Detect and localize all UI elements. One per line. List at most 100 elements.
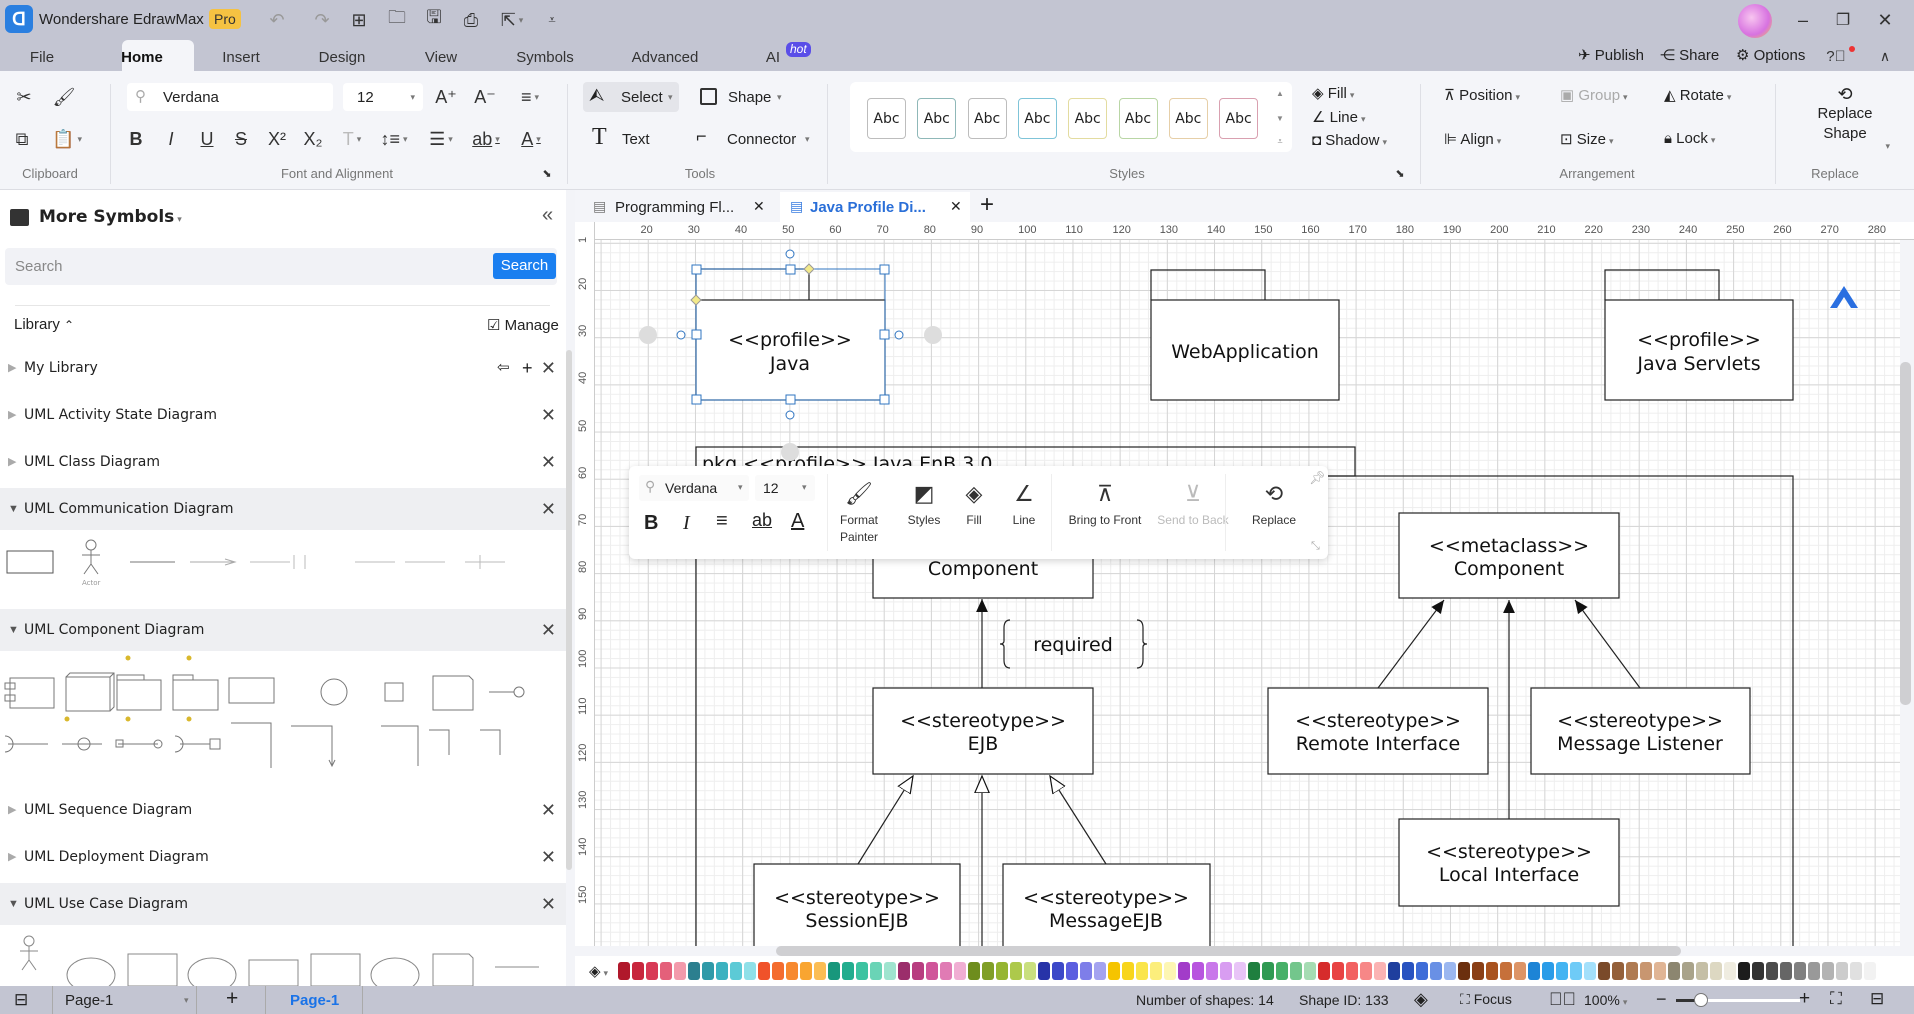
styles-button[interactable]: ◩ Styles [908, 476, 941, 529]
palette-swatch[interactable] [1766, 962, 1778, 980]
palette-swatch[interactable] [1640, 962, 1652, 980]
palette-swatch[interactable] [1514, 962, 1526, 980]
bold-icon[interactable]: B [125, 126, 147, 152]
palette-swatch[interactable] [660, 962, 672, 980]
shadow-button[interactable]: ◘ Shadow ▾ [1312, 132, 1387, 149]
palette-swatch[interactable] [1304, 962, 1316, 980]
palette-swatch[interactable] [996, 962, 1008, 980]
tab-advanced[interactable]: Advanced [632, 44, 699, 71]
drawing-canvas[interactable] [595, 240, 1900, 946]
text-style-icon[interactable]: T ▾ [336, 126, 368, 152]
zoom-select[interactable]: 100% ▾ [1584, 992, 1627, 1008]
palette-swatch[interactable] [1024, 962, 1036, 980]
close-icon[interactable]: ✕ [541, 394, 556, 436]
close-icon[interactable]: ✕ [1874, 8, 1896, 32]
superscript-icon[interactable]: X² [264, 126, 290, 152]
manage-button[interactable]: ☑ Manage [487, 316, 559, 334]
palette-swatch[interactable] [1332, 962, 1344, 980]
palette-swatch[interactable] [912, 962, 924, 980]
palette-swatch[interactable] [968, 962, 980, 980]
decrease-font-icon[interactable]: A⁻ [472, 84, 498, 110]
style-swatch[interactable]: Abc [1017, 98, 1057, 139]
palette-swatch[interactable] [1752, 962, 1764, 980]
palette-swatch[interactable] [1696, 962, 1708, 980]
format-painter-icon[interactable]: 🖌 [52, 84, 76, 110]
font-family-select[interactable]: ⚲ Verdana [127, 83, 333, 111]
fill-button[interactable]: ◈ Fill ▾ [1312, 84, 1354, 102]
palette-swatch[interactable] [1150, 962, 1162, 980]
minimize-icon[interactable]: – [1792, 8, 1814, 32]
style-swatch[interactable]: Abc [1118, 98, 1158, 139]
avatar[interactable] [1738, 4, 1772, 38]
palette-swatch[interactable] [828, 962, 840, 980]
palette-swatch[interactable] [842, 962, 854, 980]
tab-file[interactable]: File [30, 44, 54, 71]
redo-icon[interactable]: ↷ [311, 8, 333, 32]
italic-icon[interactable]: I [683, 512, 690, 535]
palette-swatch[interactable] [870, 962, 882, 980]
palette-swatch[interactable] [1206, 962, 1218, 980]
increase-font-icon[interactable]: A⁺ [433, 84, 459, 110]
tab-ai[interactable]: AI [766, 44, 780, 71]
palette-swatch[interactable] [1010, 962, 1022, 980]
palette-swatch[interactable] [1794, 962, 1806, 980]
palette-swatch[interactable] [786, 962, 798, 980]
highlight-icon[interactable]: ab ▾ [469, 126, 503, 152]
page-select[interactable]: Page-1 ▾ [52, 986, 197, 1014]
export-icon[interactable]: ⇱ ▾ [497, 8, 527, 32]
palette-swatch[interactable] [1108, 962, 1120, 980]
lock-button[interactable]: 🔒︎ Lock ▾ [1664, 130, 1715, 147]
doc-tab-programming[interactable]: ▤ Programming Fl... ✕ [585, 192, 770, 222]
pin-icon[interactable]: 📌︎ [1309, 470, 1326, 486]
select-button[interactable]: ⮙ Select ▾ [583, 82, 679, 112]
zoom-slider-knob[interactable] [1694, 993, 1708, 1007]
style-swatch[interactable]: Abc [967, 98, 1007, 139]
floating-font-select[interactable]: ⚲ Verdana ▾ [639, 475, 749, 501]
palette-swatch[interactable] [1444, 962, 1456, 980]
bring-to-front-button[interactable]: ⊼ Bring to Front [1069, 476, 1142, 529]
palette-swatch[interactable] [1500, 962, 1512, 980]
library-item-sequence[interactable]: ▶ UML Sequence Diagram ✕ [0, 789, 566, 831]
palette-swatch[interactable] [1220, 962, 1232, 980]
palette-swatch[interactable] [1416, 962, 1428, 980]
close-icon[interactable]: ✕ [541, 789, 556, 831]
palette-swatch[interactable] [702, 962, 714, 980]
palette-swatch[interactable] [1052, 962, 1064, 980]
palette-swatch[interactable] [1094, 962, 1106, 980]
strikethrough-icon[interactable]: S [230, 126, 252, 152]
palette-swatch[interactable] [926, 962, 938, 980]
palette-swatch[interactable] [716, 962, 728, 980]
dialog-launcher-icon[interactable]: ⬊ [540, 166, 554, 180]
library-item-communication[interactable]: ▼ UML Communication Diagram ✕ [0, 488, 566, 530]
fill-button[interactable]: ◈ Fill [966, 476, 983, 529]
group-button[interactable]: ▣ Group ▾ [1560, 86, 1628, 104]
use-case-symbols[interactable] [0, 930, 560, 986]
close-tab-icon[interactable]: ✕ [753, 198, 765, 215]
more-icon[interactable]: ⩡ [543, 8, 561, 32]
tab-symbols[interactable]: Symbols [516, 44, 574, 71]
collapse-panel-icon[interactable]: « [542, 204, 553, 227]
add-icon[interactable]: + [522, 347, 533, 389]
send-to-back-button[interactable]: ⊻ Send to Back [1157, 476, 1228, 529]
component-symbols[interactable] [0, 652, 560, 772]
palette-swatch[interactable] [1822, 962, 1834, 980]
palette-swatch[interactable] [730, 962, 742, 980]
palette-swatch[interactable] [898, 962, 910, 980]
palette-swatch[interactable] [1318, 962, 1330, 980]
palette-swatch[interactable] [618, 962, 630, 980]
palette-swatch[interactable] [1570, 962, 1582, 980]
align-icon[interactable]: ≡ [716, 510, 728, 533]
library-item-deployment[interactable]: ▶ UML Deployment Diagram ✕ [0, 836, 566, 878]
rotate-button[interactable]: ◭ Rotate ▾ [1664, 86, 1731, 104]
palette-swatch[interactable] [1178, 962, 1190, 980]
palette-swatch[interactable] [688, 962, 700, 980]
palette-swatch[interactable] [1850, 962, 1862, 980]
close-icon[interactable]: ✕ [541, 836, 556, 878]
palette-swatch[interactable] [940, 962, 952, 980]
panel-scrollbar[interactable] [566, 350, 572, 870]
floating-size-select[interactable]: 12 ▾ [755, 475, 815, 501]
palette-swatch[interactable] [1276, 962, 1288, 980]
palette-swatch[interactable] [800, 962, 812, 980]
palette-swatch[interactable] [1780, 962, 1792, 980]
palette-swatch[interactable] [772, 962, 784, 980]
